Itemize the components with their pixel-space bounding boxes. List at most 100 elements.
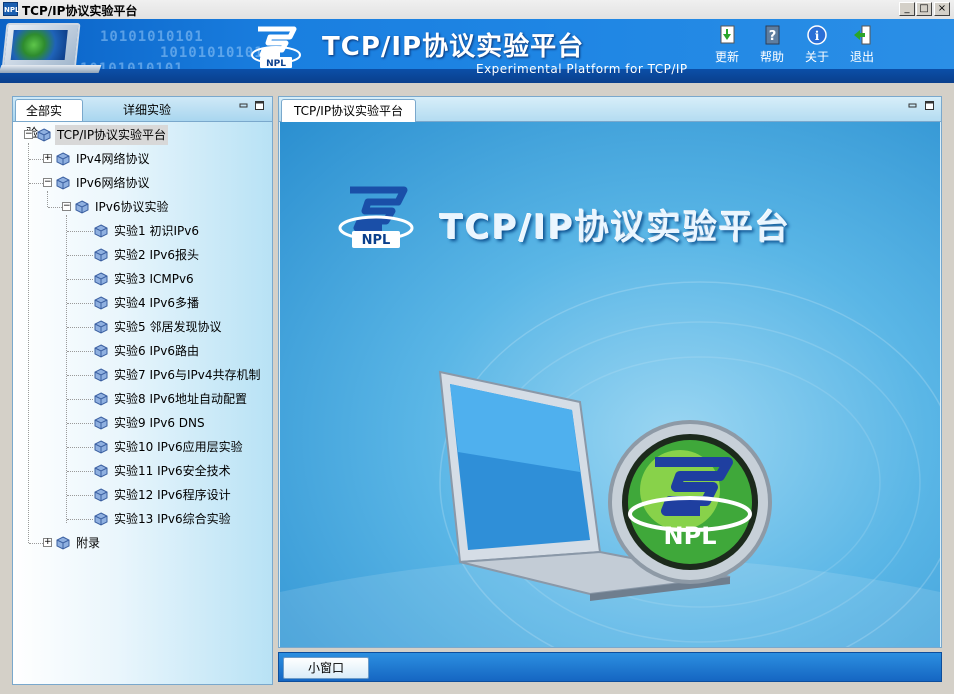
expand-icon[interactable]: + [43, 154, 52, 163]
cube-icon [94, 248, 108, 262]
splash-image: NPL TCP/IP协议实验平台 NPL [280, 122, 940, 647]
cube-icon [37, 128, 51, 142]
panel-maximize-icon[interactable] [925, 101, 934, 110]
right-tab-strip: TCP/IP协议实验平台 [279, 97, 941, 122]
tree-node-label: 实验4 IPv6多播 [114, 296, 199, 310]
tree-node-experiment[interactable]: 实验12 IPv6程序设计 [17, 485, 271, 505]
tree-node-experiment[interactable]: 实验3 ICMPv6 [17, 269, 271, 289]
tab-platform-home[interactable]: TCP/IP协议实验平台 [281, 99, 417, 122]
update-label: 更新 [714, 50, 739, 64]
tree-node-ipv6-protocol[interactable]: − IPv6协议实验 [17, 197, 267, 217]
tree-node-appendix[interactable]: + 附录 [17, 533, 267, 553]
tree-node-label: 实验7 IPv6与IPv4共存机制 [114, 368, 261, 382]
banner-title: TCP/IP协议实验平台 [322, 32, 585, 62]
tree-node-label: 实验3 ICMPv6 [114, 272, 194, 286]
tree-node-label: 实验6 IPv6路由 [114, 344, 199, 358]
npl-logo-icon: NPL [338, 186, 414, 248]
cube-icon [94, 344, 108, 358]
tree-node-label: 实验2 IPv6报头 [114, 248, 199, 262]
about-icon: i [807, 25, 827, 45]
tree-node-experiment[interactable]: 实验1 初识IPv6 [17, 221, 271, 241]
header-banner: 10101010101 10101010101 10101010101 NPL … [0, 19, 954, 83]
tree-node-label: TCP/IP协议实验平台 [55, 125, 169, 145]
cube-icon [94, 224, 108, 238]
maximize-button[interactable]: □ [916, 2, 932, 16]
cube-icon [94, 296, 108, 310]
about-button[interactable]: i 关于 [797, 24, 837, 78]
about-label: 关于 [804, 50, 829, 64]
emblem-text: NPL [664, 522, 717, 550]
cube-icon [56, 536, 70, 550]
app-icon: NPL [3, 2, 19, 16]
experiment-tree-panel: 全部实验 详细实验 − TCP/IP协议实验平台 + IPv4网络协议 − IP… [12, 96, 273, 685]
cube-icon [94, 392, 108, 406]
tree-node-label: 实验11 IPv6安全技术 [114, 464, 231, 478]
tree-node-experiment[interactable]: 实验11 IPv6安全技术 [17, 461, 271, 481]
collapse-icon[interactable]: − [43, 178, 52, 187]
laptop-base-image [0, 65, 102, 73]
status-bar: 小窗口 [278, 652, 942, 682]
cube-icon [75, 200, 89, 214]
tree-node-label: 实验1 初识IPv6 [114, 224, 199, 238]
small-window-button[interactable]: 小窗口 [283, 657, 369, 679]
tree-node-label: 实验10 IPv6应用层实验 [114, 440, 243, 454]
cube-icon [56, 152, 70, 166]
logo-text: NPL [266, 59, 286, 69]
cube-icon [94, 512, 108, 526]
svg-text:i: i [815, 29, 820, 43]
cube-icon [94, 416, 108, 430]
tree-node-experiment[interactable]: 实验10 IPv6应用层实验 [17, 437, 271, 457]
logo-text: NPL [362, 233, 391, 248]
exit-button[interactable]: 退出 [842, 24, 882, 78]
help-button[interactable]: ? 帮助 [752, 24, 792, 78]
tree-node-experiment[interactable]: 实验2 IPv6报头 [17, 245, 271, 265]
tree-node-experiment[interactable]: 实验6 IPv6路由 [17, 341, 271, 361]
svg-text:?: ? [769, 29, 777, 44]
cube-icon [56, 176, 70, 190]
tab-detailed-experiments[interactable]: 详细实验 [113, 99, 181, 121]
title-bar: NPL TCP/IP协议实验平台 _ □ × [0, 0, 954, 20]
splash-title: TCP/IP协议实验平台 [440, 208, 792, 248]
binary-decoration: 10101010101 [100, 29, 204, 45]
help-icon: ? [765, 25, 780, 45]
update-button[interactable]: 更新 [707, 24, 747, 78]
cube-icon [94, 464, 108, 478]
tree-node-label: 实验9 IPv6 DNS [114, 416, 205, 430]
tree-node-experiment[interactable]: 实验13 IPv6综合实验 [17, 509, 271, 529]
tree-node-experiment[interactable]: 实验4 IPv6多播 [17, 293, 271, 313]
main-content-panel: TCP/IP协议实验平台 NPL TCP/IP协议实验平台 NPL [278, 96, 942, 648]
tree-node-experiment[interactable]: 实验5 邻居发现协议 [17, 317, 271, 337]
cube-icon [94, 440, 108, 454]
tree-node-label: 实验13 IPv6综合实验 [114, 512, 231, 526]
minimize-button[interactable]: _ [899, 2, 915, 16]
panel-minimize-icon[interactable] [239, 101, 248, 110]
cube-icon [94, 488, 108, 502]
collapse-icon[interactable]: − [62, 202, 71, 211]
window-title: TCP/IP协议实验平台 [22, 4, 138, 18]
cube-icon [94, 368, 108, 382]
tree-node-ipv4[interactable]: + IPv4网络协议 [17, 149, 267, 169]
binary-decoration: 10101010101 [160, 45, 264, 61]
expand-icon[interactable]: + [43, 538, 52, 547]
help-label: 帮助 [759, 50, 784, 64]
collapse-icon[interactable]: − [24, 130, 33, 139]
tab-all-experiments[interactable]: 全部实验 [15, 99, 83, 140]
tree-node-label: 实验8 IPv6地址自动配置 [114, 392, 247, 406]
cube-icon [94, 272, 108, 286]
tree-node-experiment[interactable]: 实验7 IPv6与IPv4共存机制 [17, 365, 271, 385]
banner-subtitle: Experimental Platform for TCP/IP [476, 62, 688, 76]
laptop-illustration: NPL [438, 370, 772, 601]
left-tab-strip: 全部实验 详细实验 [13, 97, 272, 140]
tree-node-root[interactable]: − TCP/IP协议实验平台 [17, 125, 267, 145]
tree-node-experiment[interactable]: 实验8 IPv6地址自动配置 [17, 389, 271, 409]
tree-node-experiment[interactable]: 实验9 IPv6 DNS [17, 413, 271, 433]
exit-icon [854, 25, 871, 45]
tree-node-ipv6[interactable]: − IPv6网络协议 [17, 173, 267, 193]
panel-minimize-icon[interactable] [908, 101, 917, 110]
panel-maximize-icon[interactable] [255, 101, 264, 110]
exit-label: 退出 [849, 50, 874, 64]
tree-node-label: 实验12 IPv6程序设计 [114, 488, 231, 502]
close-button[interactable]: × [934, 2, 950, 16]
tree-node-label: IPv4网络协议 [76, 152, 150, 166]
laptop-image [1, 23, 81, 71]
